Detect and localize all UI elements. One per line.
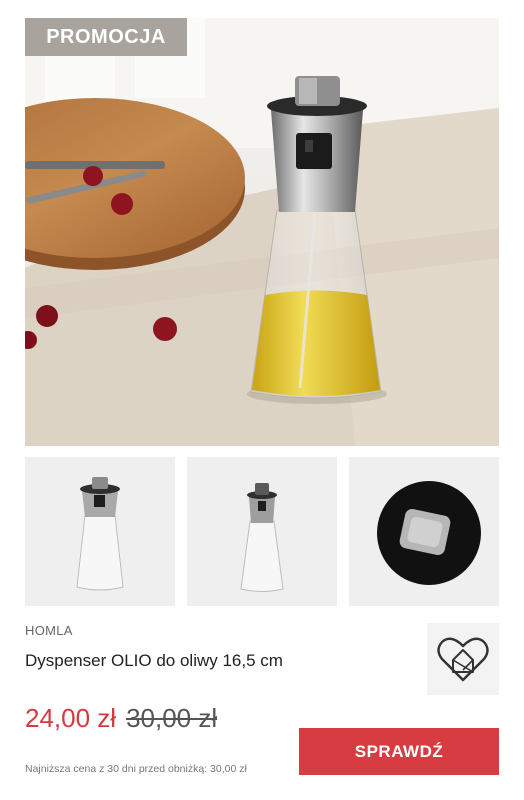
thumbnail-3[interactable] bbox=[349, 457, 499, 606]
lowest-price-note: Najniższa cena z 30 dni przed obniżką: 3… bbox=[25, 763, 247, 775]
thumbnail-gallery bbox=[25, 457, 499, 606]
thumbnail-2[interactable] bbox=[187, 457, 337, 606]
bottle-side-thumbnail-image bbox=[240, 483, 284, 592]
cap-top-thumbnail-image bbox=[377, 481, 481, 585]
heart-house-icon bbox=[437, 637, 489, 682]
main-photo bbox=[25, 18, 499, 446]
current-price: 24,00 zł bbox=[25, 703, 117, 733]
thumbnail-1[interactable] bbox=[25, 457, 175, 606]
old-price: 30,00 zł bbox=[126, 703, 218, 733]
check-button[interactable]: SPRAWDŹ bbox=[299, 728, 499, 775]
bottle-thumbnail-image bbox=[76, 477, 124, 591]
promo-badge: PROMOCJA bbox=[25, 18, 187, 56]
product-main-image[interactable] bbox=[25, 18, 499, 446]
product-brand[interactable]: HOMLA bbox=[25, 623, 73, 638]
product-title[interactable]: Dyspenser OLIO do oliwy 16,5 cm bbox=[25, 650, 285, 671]
product-card[interactable]: PROMOCJA HOMLA Dyspenser OLIO do oliwy 1… bbox=[0, 0, 524, 800]
favorite-button[interactable] bbox=[427, 623, 499, 695]
price-row: 24,00 zł 30,00 zł bbox=[25, 703, 217, 739]
